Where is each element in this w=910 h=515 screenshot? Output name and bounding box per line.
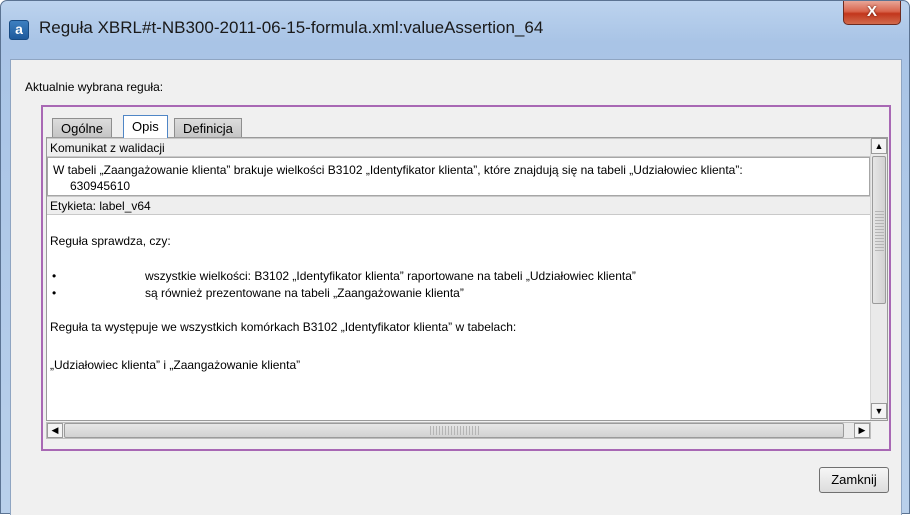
bullet-text: wszystkie wielkości: B3102 „Identyfikato… — [145, 269, 636, 283]
tab-opis[interactable]: Opis — [123, 115, 168, 138]
bullet-text: są również prezentowane na tabeli „Zaang… — [145, 286, 464, 300]
current-rule-label: Aktualnie wybrana reguła: — [25, 80, 164, 94]
grip-icon — [875, 211, 884, 251]
bullet-marker: • — [52, 286, 57, 300]
app-icon: a — [9, 20, 29, 40]
vertical-scrollbar[interactable]: ▲ ▼ — [870, 138, 887, 420]
tab-ogolne[interactable]: Ogólne — [52, 118, 112, 138]
horizontal-scrollbar[interactable]: ◀ ▶ — [46, 422, 871, 439]
dialog-client-area: Aktualnie wybrana reguła: Ogólne Opis De… — [10, 59, 902, 515]
scroll-down-icon[interactable]: ▼ — [871, 403, 887, 419]
vertical-scroll-thumb[interactable] — [872, 156, 886, 304]
title-bar[interactable]: a Reguła XBRL#t-NB300-2011-06-15-formula… — [1, 1, 909, 59]
description-intro: Reguła sprawdza, czy: — [50, 234, 171, 248]
dialog-window: a Reguła XBRL#t-NB300-2011-06-15-formula… — [0, 0, 910, 515]
description-tables: „Udziałowiec klienta” i „Zaangażowanie k… — [50, 358, 301, 372]
window-close-button[interactable]: X — [843, 1, 901, 25]
validation-message-line2: 630945610 — [70, 179, 131, 193]
validation-message-line1: W tabeli „Zaangażowanie klienta” brakuje… — [53, 163, 743, 177]
validation-header: Komunikat z walidacji — [47, 138, 870, 157]
scroll-left-icon[interactable]: ◀ — [47, 423, 63, 438]
bullet-marker: • — [52, 269, 57, 283]
tab-definicja[interactable]: Definicja — [174, 118, 242, 138]
validation-message: W tabeli „Zaangażowanie klienta” brakuje… — [47, 157, 870, 196]
rule-frame: Ogólne Opis Definicja Komunikat z walida… — [41, 105, 891, 451]
close-icon: X — [866, 3, 877, 20]
scroll-right-icon[interactable]: ▶ — [854, 423, 870, 438]
horizontal-scroll-thumb[interactable] — [64, 423, 844, 438]
window-title: Reguła XBRL#t-NB300-2011-06-15-formula.x… — [39, 18, 544, 37]
description-occurs: Reguła ta występuje we wszystkich komórk… — [50, 320, 517, 334]
rule-description-pane[interactable]: Komunikat z walidacji W tabeli „Zaangażo… — [46, 137, 888, 421]
close-button[interactable]: Zamknij — [819, 467, 889, 493]
label-header: Etykieta: label_v64 — [47, 196, 870, 215]
grip-icon — [430, 426, 480, 435]
scroll-up-icon[interactable]: ▲ — [871, 138, 887, 154]
